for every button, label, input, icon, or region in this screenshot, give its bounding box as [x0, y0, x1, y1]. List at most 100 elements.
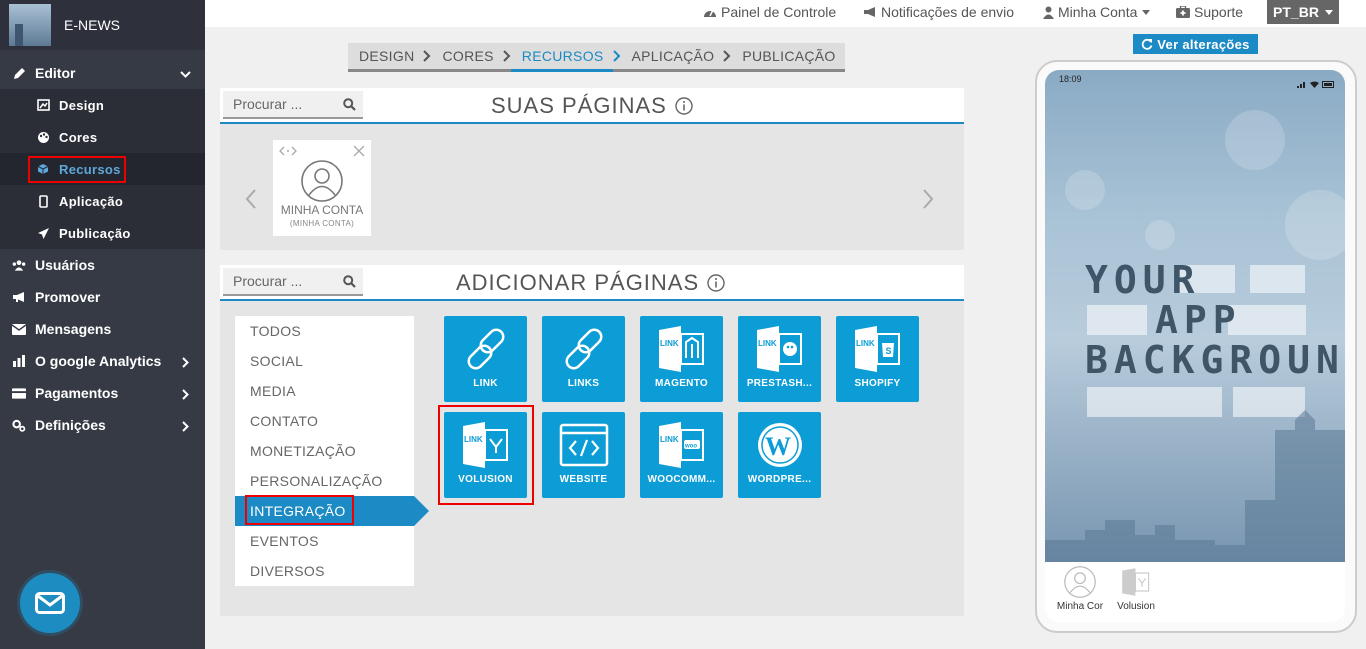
- sidebar-item-editor[interactable]: Editor: [0, 57, 205, 89]
- notifications-link[interactable]: Notificações de envio: [863, 4, 1014, 20]
- category-item[interactable]: EVENTOS: [235, 526, 414, 556]
- code-icon[interactable]: [279, 143, 297, 161]
- category-item-active[interactable]: INTEGRAÇÃO: [235, 495, 429, 526]
- users-icon: [12, 259, 26, 271]
- sidebar-subitem-recursos[interactable]: Recursos: [0, 153, 205, 185]
- sidebar-subitem-publicacao[interactable]: Publicação: [0, 217, 205, 249]
- paper-plane-icon: [36, 227, 50, 240]
- tile-woocommerce[interactable]: LINK woo WOOCOMM...: [640, 412, 723, 498]
- envelope-icon: [12, 323, 26, 335]
- caret-down-icon: [1142, 9, 1151, 15]
- close-icon[interactable]: [353, 144, 365, 162]
- sidebar-item-label: Pagamentos: [35, 385, 119, 401]
- svg-text:LINK: LINK: [856, 339, 875, 348]
- background-text-line: APP: [1155, 298, 1242, 342]
- support-link[interactable]: Suporte: [1176, 4, 1243, 20]
- highlight-box: [28, 156, 126, 183]
- step-aplicacao[interactable]: APLICAÇÃO: [621, 43, 724, 69]
- sidebar-item-label: Mensagens: [35, 321, 112, 337]
- tile-wordpress[interactable]: W WORDPRE...: [738, 412, 821, 498]
- language-label: PT_BR: [1273, 4, 1319, 20]
- woocommerce-icon: LINK woo: [640, 418, 723, 472]
- category-item[interactable]: TODOS: [235, 316, 414, 346]
- chevron-right-icon: [180, 355, 191, 371]
- step-recursos[interactable]: RECURSOS: [510, 43, 613, 72]
- background-text-line: YOUR: [1085, 258, 1201, 302]
- sidebar-subitem-design[interactable]: Design: [0, 89, 205, 121]
- your-pages-search: [223, 91, 363, 119]
- page-card-title: MINHA CONTA: [280, 203, 364, 217]
- category-list: TODOS SOCIAL MEDIA CONTATO MONETIZAÇÃO P…: [235, 316, 429, 586]
- sidebar-subitem-label: Design: [59, 97, 105, 113]
- category-item[interactable]: MONETIZAÇÃO: [235, 436, 414, 466]
- bokeh-decoration: [1285, 190, 1345, 260]
- brand: E-NEWS: [0, 0, 205, 50]
- search-icon[interactable]: [343, 98, 356, 111]
- tile-label: WOOCOMM...: [647, 474, 716, 485]
- step-design[interactable]: DESIGN: [348, 43, 423, 69]
- carousel-prev-arrow[interactable]: [245, 189, 257, 214]
- chevron-right-icon: [180, 419, 191, 435]
- notifications-label: Notificações de envio: [881, 4, 1015, 20]
- category-item[interactable]: PERSONALIZAÇÃO: [235, 466, 414, 496]
- svg-text:W: W: [765, 432, 791, 461]
- messages-fab-button[interactable]: [20, 573, 80, 633]
- dashboard-link[interactable]: Painel de Controle: [703, 4, 836, 20]
- shopify-icon: LINK S: [836, 322, 919, 376]
- add-pages-header: ADICIONAR PÁGINAS: [220, 265, 964, 301]
- phone-screen: 18:09 YOUR APP BACKGROUND: [1045, 70, 1345, 562]
- tile-website[interactable]: WEBSITE: [542, 412, 625, 498]
- category-item[interactable]: SOCIAL: [235, 346, 414, 376]
- tile-label: SHOPIFY: [854, 378, 901, 389]
- tile-link[interactable]: LINK: [444, 316, 527, 402]
- sidebar-item-label: Usuários: [35, 257, 95, 273]
- sidebar-item-pagamentos[interactable]: Pagamentos: [0, 377, 205, 409]
- your-pages-title-text: SUAS PÁGINAS: [491, 93, 667, 118]
- sidebar-item-usuarios[interactable]: Usuários: [0, 249, 205, 281]
- sidebar-subitem-label: Cores: [59, 129, 98, 145]
- carousel-next-arrow[interactable]: [922, 189, 934, 214]
- chevron-down-icon: [180, 67, 191, 83]
- account-label: Minha Conta: [1058, 4, 1138, 20]
- sidebar-item-promover[interactable]: Promover: [0, 281, 205, 313]
- page-card-subtitle: (MINHA CONTA): [289, 219, 355, 228]
- tile-magento[interactable]: LINK MAGENTO: [640, 316, 723, 402]
- envelope-icon: [35, 592, 65, 614]
- step-cores[interactable]: CORES: [431, 43, 502, 69]
- sidebar-item-analytics[interactable]: O google Analytics: [0, 345, 205, 377]
- category-item[interactable]: MEDIA: [235, 376, 414, 406]
- megaphone-icon: [12, 291, 26, 303]
- chevron-right-icon: [180, 387, 191, 403]
- your-pages-search-input[interactable]: [233, 96, 341, 112]
- tile-prestashop[interactable]: LINK PRESTASH...: [738, 316, 821, 402]
- view-changes-button[interactable]: Ver alterações: [1133, 34, 1258, 54]
- phone-tab-volusion[interactable]: Volusion: [1101, 566, 1171, 612]
- language-dropdown[interactable]: PT_BR: [1267, 0, 1339, 24]
- svg-text:LINK: LINK: [660, 435, 679, 444]
- tile-shopify[interactable]: LINK S SHOPIFY: [836, 316, 919, 402]
- user-avatar-icon: [301, 160, 343, 207]
- tile-links[interactable]: LINKS: [542, 316, 625, 402]
- page-card-minha-conta[interactable]: MINHA CONTA (MINHA CONTA): [273, 140, 371, 236]
- account-menu[interactable]: Minha Conta: [1043, 4, 1151, 20]
- info-icon[interactable]: [675, 97, 693, 115]
- add-pages-search-input[interactable]: [233, 273, 341, 289]
- sidebar-subitem-cores[interactable]: Cores: [0, 121, 205, 153]
- status-icons: [1297, 75, 1335, 93]
- sidebar-subitem-aplicacao[interactable]: Aplicação: [0, 185, 205, 217]
- your-pages-header: SUAS PÁGINAS: [220, 88, 964, 124]
- sidebar-item-definicoes[interactable]: Definições: [0, 409, 205, 441]
- battery-icon: [1322, 75, 1335, 93]
- category-item[interactable]: DIVERSOS: [235, 556, 414, 586]
- info-icon[interactable]: [707, 274, 725, 292]
- category-item[interactable]: CONTATO: [235, 406, 414, 436]
- dashboard-icon: [703, 6, 717, 18]
- signal-icon: [1297, 75, 1307, 93]
- dashboard-label: Painel de Controle: [721, 4, 837, 20]
- sidebar-item-mensagens[interactable]: Mensagens: [0, 313, 205, 345]
- support-label: Suporte: [1194, 4, 1244, 20]
- step-publicacao[interactable]: PUBLICAÇÃO: [731, 43, 844, 69]
- svg-text:S: S: [885, 346, 891, 356]
- medkit-icon: [1176, 6, 1190, 18]
- search-icon[interactable]: [343, 275, 356, 288]
